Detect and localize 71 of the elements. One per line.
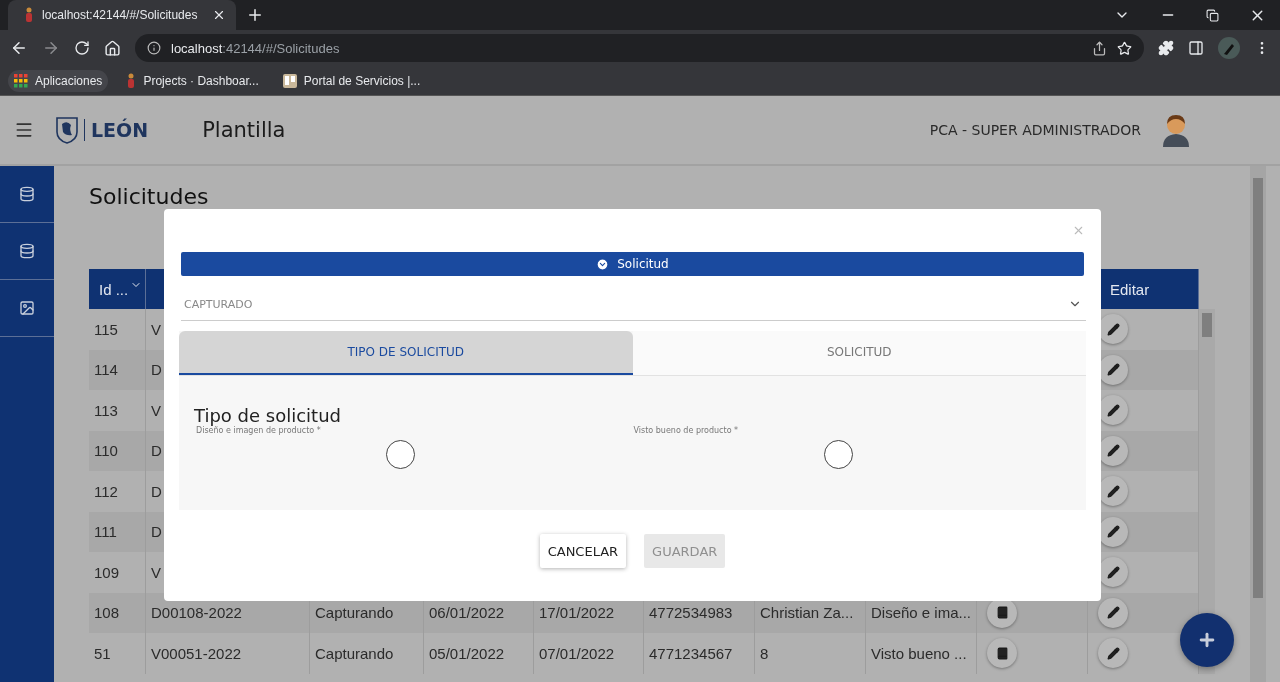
close-icon[interactable] [212,8,226,22]
bookmark[interactable]: Projects · Dashboar... [120,68,265,93]
apps-grid-icon [14,73,28,88]
extensions-icon[interactable] [1158,40,1174,56]
book-icon [995,646,1009,660]
forward-icon[interactable] [42,39,60,57]
reload-icon[interactable] [74,40,90,56]
add-button[interactable] [1180,613,1234,667]
share-icon[interactable] [1092,40,1107,56]
app-title: Plantilla [202,118,286,142]
database-icon [19,243,35,259]
profile-avatar[interactable] [1218,37,1240,59]
pencil-icon [1106,322,1120,336]
plus-icon [1197,630,1217,650]
pencil-icon [1106,565,1120,579]
edit-button[interactable] [1098,597,1128,628]
menu-icon[interactable] [14,120,34,140]
status-select[interactable]: CAPTURADO [181,288,1086,321]
side-panel-icon[interactable] [1188,40,1204,56]
pencil-icon [1106,444,1120,458]
table-cell: Visto bueno ... [866,633,977,674]
radio-button[interactable] [823,440,853,469]
table-cell: 109 [89,552,146,593]
restore-icon[interactable] [1206,8,1219,22]
page-scrollbar[interactable] [1250,166,1266,682]
logo-text: LEÓN [84,119,149,141]
user-avatar[interactable] [1161,113,1191,147]
home-icon[interactable] [104,39,121,57]
star-icon[interactable] [1117,40,1132,56]
table-cell: Capturando [310,633,424,674]
detail-button[interactable] [987,638,1017,669]
pencil-icon [1106,606,1120,620]
pencil-icon [1106,646,1120,660]
radio-button[interactable] [386,440,416,469]
table-cell: 07/01/2022 [534,633,644,674]
address-bar[interactable]: localhost:42144/#/Solicitudes [135,34,1144,62]
bookmark[interactable]: Portal de Servicios |... [276,69,427,92]
action-button[interactable]: CANCELAR [539,534,627,568]
tab[interactable]: TIPO DE SOLICITUD [179,331,633,375]
pencil-icon [1106,403,1120,417]
banner-title: Solicitud [617,257,669,271]
pencil-icon [1106,484,1120,498]
table-cell: 112 [89,471,146,512]
figure-icon [24,7,34,23]
image-icon [19,300,35,316]
chevron-icon [596,257,610,271]
database-icon [19,186,35,202]
table-cell: 05/01/2022 [424,633,534,674]
pencil-icon [1106,525,1120,539]
shield-logo-icon [56,116,78,144]
browser-tab[interactable]: localhost:42144/#/Solicitudes [8,0,236,30]
portal-icon [282,73,297,88]
figure-icon [126,72,137,89]
section-banner[interactable]: Solicitud [181,252,1084,276]
table-cell: 4771234567 [644,633,755,674]
user-name: PCA - SUPER ADMINISTRADOR [929,122,1141,138]
table-cell: 51 [89,633,146,674]
table-cell: 8 [755,633,866,674]
pencil-icon [1106,363,1120,377]
back-icon[interactable] [10,39,28,57]
url-text: localhost:42144/#/Solicitudes [171,40,340,56]
table-cell: 113 [89,390,146,431]
info-icon [147,41,161,55]
new-tab-icon[interactable] [246,6,264,24]
table-cell: 115 [89,309,146,350]
option-label: Visto bueno de producto * [633,426,740,435]
bookmark[interactable]: Aplicaciones [8,69,109,92]
table-cell: V00051-2022 [146,633,310,674]
edit-button[interactable] [1098,638,1128,669]
book-icon [995,606,1009,620]
page-title: Solicitudes [89,184,209,209]
